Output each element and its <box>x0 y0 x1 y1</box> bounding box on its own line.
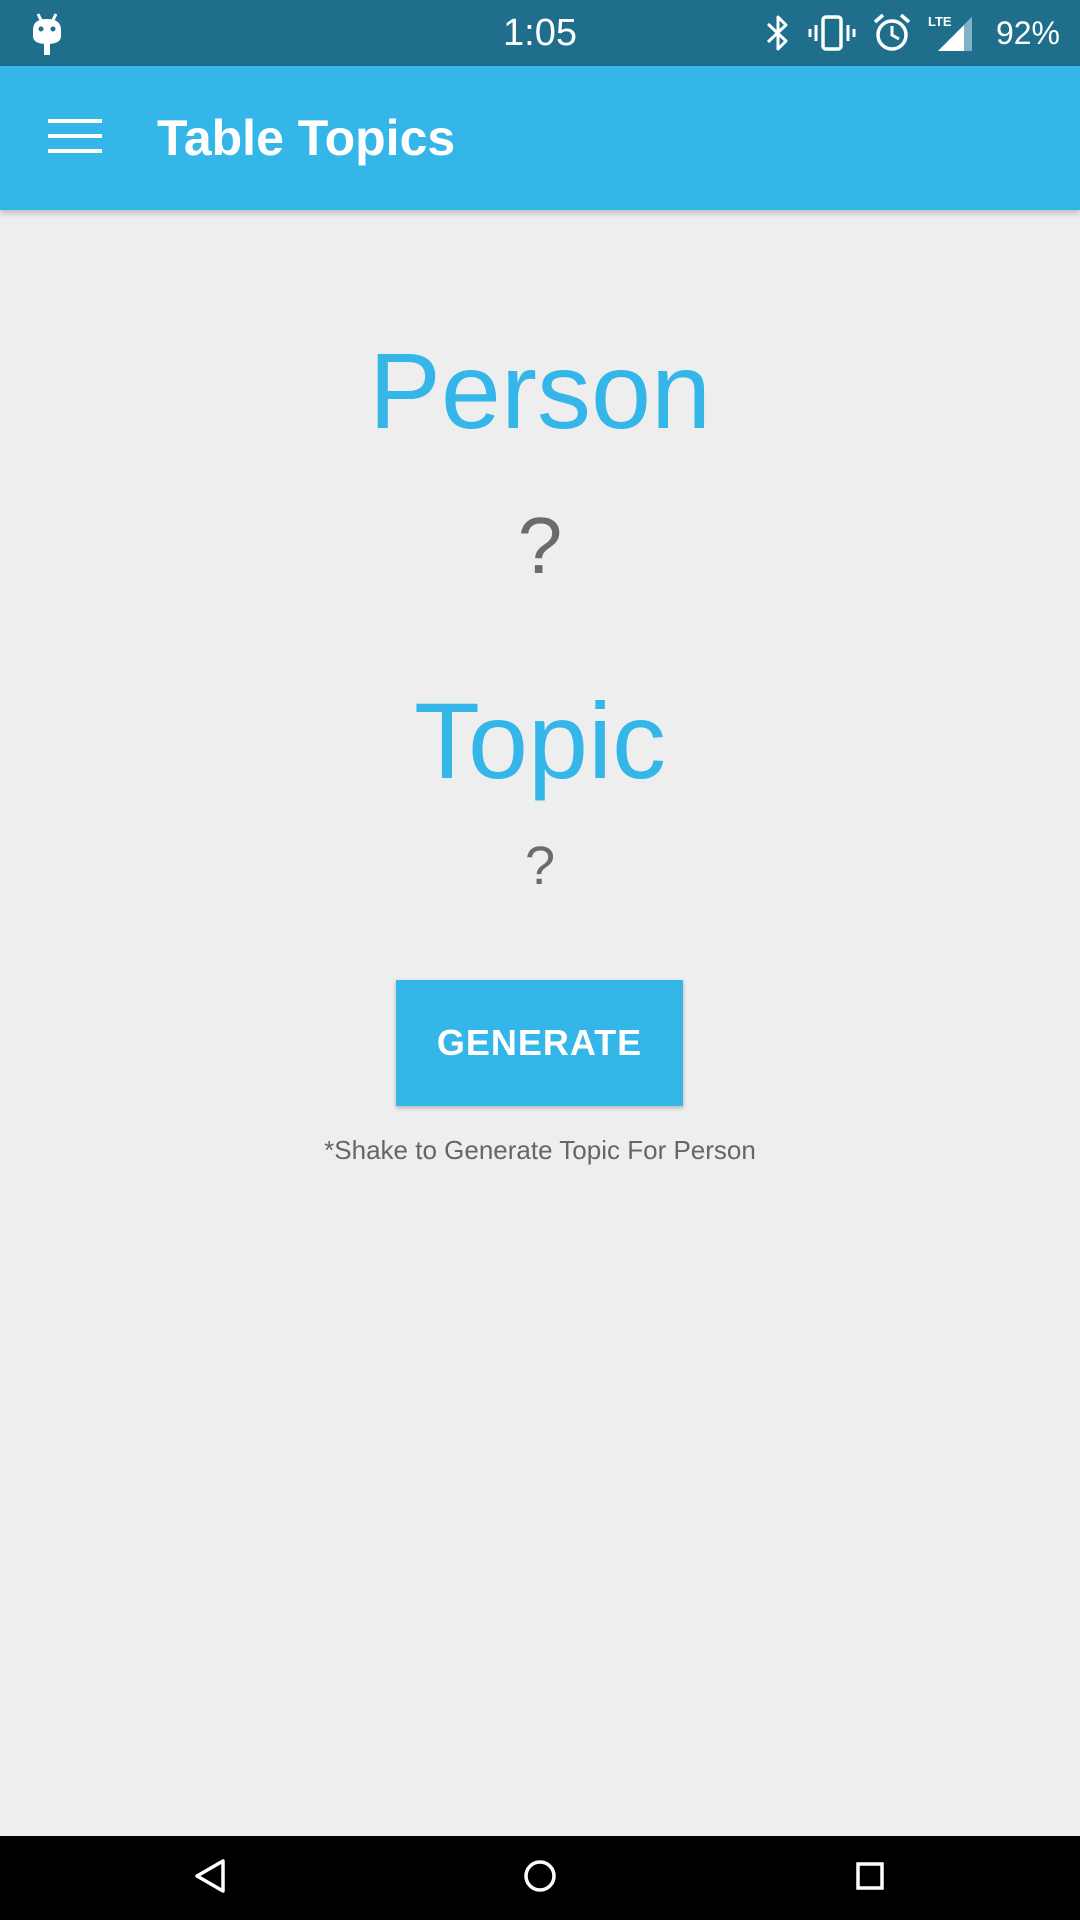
menu-button[interactable] <box>30 102 120 174</box>
app-title: Table Topics <box>157 110 456 166</box>
back-button[interactable] <box>155 1836 265 1920</box>
topic-heading: Topic <box>413 680 667 801</box>
network-label: LTE <box>928 14 952 29</box>
navigation-bar <box>0 1836 1080 1920</box>
home-button[interactable] <box>485 1836 595 1920</box>
recents-button[interactable] <box>815 1836 925 1920</box>
alarm-icon <box>872 13 912 53</box>
back-icon <box>193 1858 227 1899</box>
vibrate-icon <box>808 13 856 53</box>
status-icons: LTE 92% <box>764 0 1060 66</box>
person-value: ? <box>517 501 563 590</box>
status-bar: 1:05 LTE 92% <box>0 0 1080 66</box>
person-heading: Person <box>368 330 712 451</box>
main-content: Person ? Topic ? GENERATE *Shake to Gene… <box>0 210 1080 1836</box>
shake-hint: *Shake to Generate Topic For Person <box>324 1135 756 1165</box>
battery-percent: 92% <box>995 15 1060 51</box>
recents-icon <box>854 1860 886 1897</box>
generate-button[interactable]: GENERATE <box>396 980 683 1106</box>
topic-value: ? <box>524 836 556 896</box>
app-screen: 1:05 LTE 92% Table Topics Person ? Topic… <box>0 0 1080 1920</box>
app-bar: Table Topics <box>0 66 1080 210</box>
hamburger-menu-icon <box>48 118 102 159</box>
bluetooth-icon <box>764 13 792 53</box>
signal-icon: LTE <box>928 13 974 53</box>
home-icon <box>522 1858 558 1899</box>
